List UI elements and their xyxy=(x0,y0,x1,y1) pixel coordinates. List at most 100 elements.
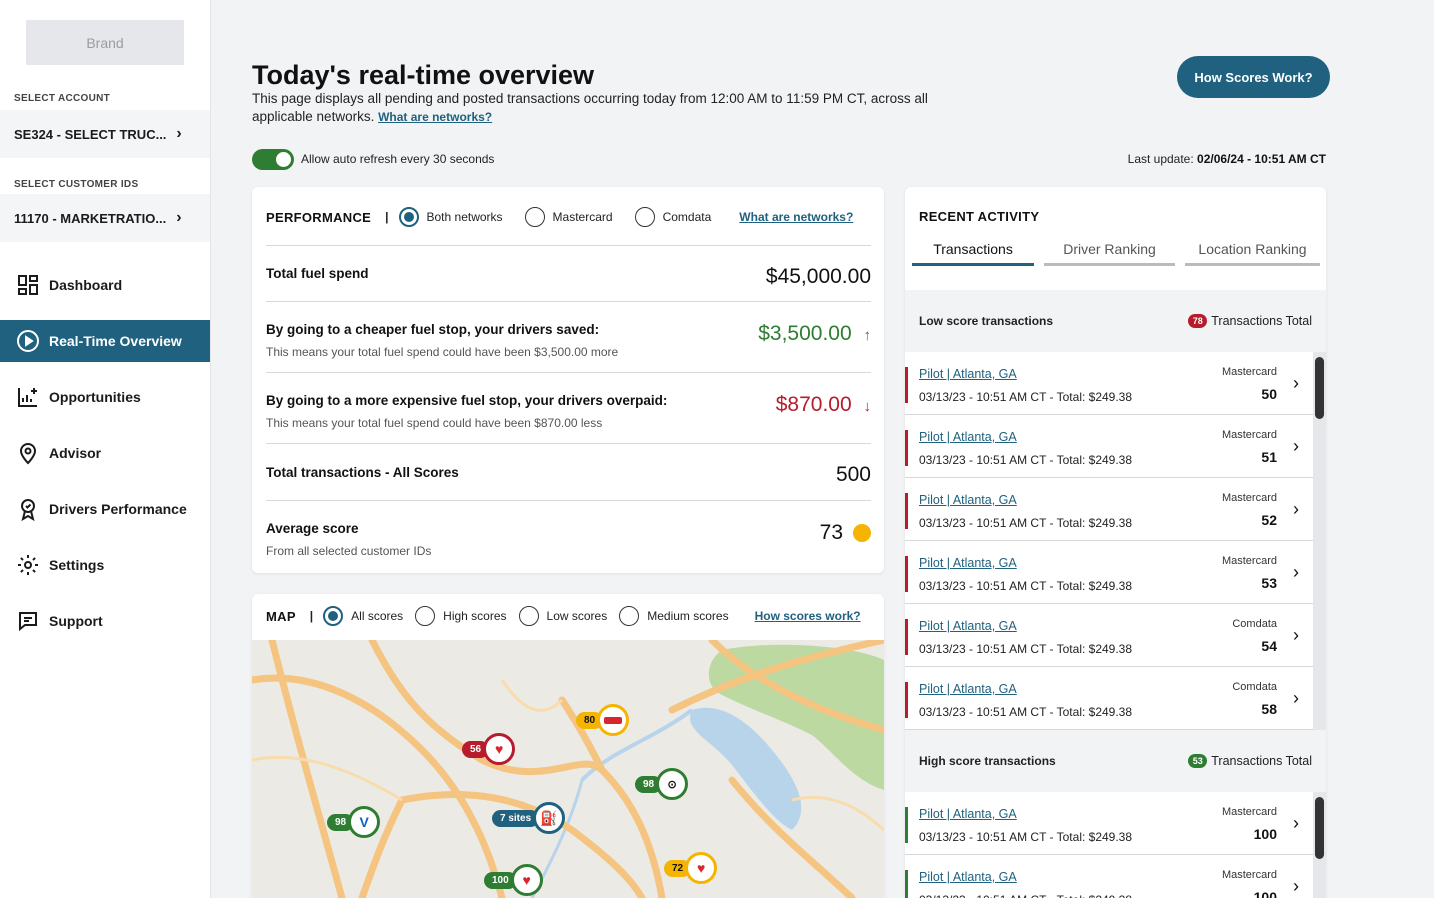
radio-medium-scores[interactable]: Medium scores xyxy=(619,606,729,626)
radio-low-scores[interactable]: Low scores xyxy=(518,606,607,626)
radio-high-scores[interactable]: High scores xyxy=(415,606,507,626)
transaction-network: Mastercard xyxy=(1221,366,1277,378)
how-scores-work-button[interactable]: How Scores Work? xyxy=(1177,56,1330,98)
chevron-right-icon: › xyxy=(1293,625,1299,645)
transaction-location-link[interactable]: Pilot | Atlanta, GA xyxy=(919,493,1017,507)
transaction-location-link[interactable]: Pilot | Atlanta, GA xyxy=(919,870,1017,884)
description-text: This page displays all pending and poste… xyxy=(252,91,928,124)
transaction-row[interactable]: Pilot | Atlanta, GA 03/13/23 - 10:51 AM C… xyxy=(905,668,1313,730)
transaction-row[interactable]: Pilot | Atlanta, GA 03/13/23 - 10:51 AM C… xyxy=(905,479,1313,541)
radio-comdata[interactable]: Comdata xyxy=(634,207,712,227)
transaction-location-link[interactable]: Pilot | Atlanta, GA xyxy=(919,367,1017,381)
map-marker-low[interactable]: 56 ♥ xyxy=(462,733,516,765)
map-marker-high[interactable]: 98 V xyxy=(327,806,381,838)
score-indicator-bar xyxy=(905,430,908,466)
radio-both-networks[interactable]: Both networks xyxy=(398,207,503,227)
transaction-row[interactable]: Pilot | Atlanta, GA 03/13/23 - 10:51 AM C… xyxy=(905,416,1313,478)
radio-mastercard[interactable]: Mastercard xyxy=(524,207,613,227)
transaction-location-link[interactable]: Pilot | Atlanta, GA xyxy=(919,807,1017,821)
radio-circle xyxy=(398,207,419,227)
radio-all-scores[interactable]: All scores xyxy=(323,606,403,626)
sidebar-item-real-time-overview[interactable]: Real-Time Overview xyxy=(0,320,210,362)
map-heading: MAP xyxy=(266,608,296,624)
transaction-info: 03/13/23 - 10:51 AM CT - Total: $249.38 xyxy=(919,516,1133,530)
how-scores-work-link[interactable]: How scores work? xyxy=(755,609,861,623)
badge-icon xyxy=(21,499,35,521)
score-indicator-bar xyxy=(905,556,908,592)
radio-label: Comdata xyxy=(662,210,712,224)
map-header: MAP | All scores High scores Low scores … xyxy=(266,606,861,626)
radio-circle xyxy=(524,207,545,227)
transaction-location-link[interactable]: Pilot | Atlanta, GA xyxy=(919,556,1017,570)
tab-transactions[interactable]: Transactions xyxy=(912,241,1034,266)
drivers-saved-label: By going to a cheaper fuel stop, your dr… xyxy=(266,322,600,337)
last-update: Last update: 02/06/24 - 10:51 AM CT xyxy=(1128,152,1326,166)
scrollbar-thumb[interactable] xyxy=(1315,357,1324,419)
toggle-knob xyxy=(276,152,291,167)
sidebar-item-settings[interactable]: Settings xyxy=(0,544,210,586)
arrow-up-icon: ↑ xyxy=(863,327,872,344)
recent-activity-heading: RECENT ACTIVITY xyxy=(919,209,1040,224)
drivers-saved-value: $3,500.00 ↑ xyxy=(758,322,871,346)
transaction-row[interactable]: Pilot | Atlanta, GA 03/13/23 - 10:51 AM C… xyxy=(905,353,1313,415)
transaction-location-link[interactable]: Pilot | Atlanta, GA xyxy=(919,619,1017,633)
sidebar-item-label: Advisor xyxy=(49,445,102,461)
sidebar-item-drivers-performance[interactable]: Drivers Performance xyxy=(0,488,210,530)
what-are-networks-link[interactable]: What are networks? xyxy=(378,110,492,124)
transaction-row[interactable]: Pilot | Atlanta, GA 03/13/23 - 10:51 AM C… xyxy=(905,856,1313,898)
transaction-score: 51 xyxy=(1261,449,1277,465)
sidebar-item-advisor[interactable]: Advisor xyxy=(0,432,210,474)
marker-cluster-label: 7 sites xyxy=(492,809,540,827)
total-fuel-spend-row: Total fuel spend $45,000.00 xyxy=(266,245,871,301)
map-marker-cluster[interactable]: 7 sites ⛽ xyxy=(492,802,566,834)
average-score-label: Average score xyxy=(266,521,359,536)
radio-circle xyxy=(518,606,539,626)
map-background xyxy=(252,640,884,898)
transaction-row[interactable]: Pilot | Atlanta, GA 03/13/23 - 10:51 AM C… xyxy=(905,605,1313,667)
chevron-right-icon: › xyxy=(1293,436,1299,456)
chevron-right-icon: › xyxy=(1293,499,1299,519)
chevron-right-icon: › xyxy=(1293,373,1299,393)
drivers-saved-subtext: This means your total fuel spend could h… xyxy=(266,345,619,359)
sidebar-item-label: Dashboard xyxy=(49,277,123,293)
sidebar-item-opportunities[interactable]: Opportunities xyxy=(0,376,210,418)
drivers-saved-row: By going to a cheaper fuel stop, your dr… xyxy=(266,301,871,372)
saved-amount: $3,500.00 xyxy=(758,322,852,345)
auto-refresh-toggle[interactable] xyxy=(252,149,294,170)
chevron-right-icon: › xyxy=(1293,813,1299,833)
transaction-row[interactable]: Pilot | Atlanta, GA 03/13/23 - 10:51 AM C… xyxy=(905,793,1313,855)
cd-logo-icon: ⊙ xyxy=(656,768,689,800)
select-account-dropdown[interactable]: SE324 - SELECT TRUC... › xyxy=(0,110,210,158)
page-description: This page displays all pending and poste… xyxy=(252,90,932,126)
high-score-scrollbar[interactable] xyxy=(1313,792,1326,898)
transaction-score: 54 xyxy=(1261,638,1277,654)
total-fuel-spend-label: Total fuel spend xyxy=(266,266,369,281)
sidebar-item-support[interactable]: Support xyxy=(0,600,210,642)
average-score-number: 73 xyxy=(819,521,843,544)
heading-separator: | xyxy=(309,609,314,623)
heart-logo-icon: ♥ xyxy=(685,852,718,884)
map-area[interactable]: 56 ♥ 80 98 ⊙ 98 V 7 sites ⛽ 72 ♥ 100 ♥ xyxy=(252,640,884,898)
medium-score-dot-icon xyxy=(853,524,871,543)
radio-circle xyxy=(415,606,436,626)
map-marker-high[interactable]: 100 ♥ xyxy=(484,864,543,896)
transaction-location-link[interactable]: Pilot | Atlanta, GA xyxy=(919,682,1017,696)
select-customer-dropdown[interactable]: 11170 - MARKETRATIO... › xyxy=(0,194,210,242)
scrollbar-thumb[interactable] xyxy=(1315,797,1324,859)
drivers-overpaid-value: $870.00 ↓ xyxy=(776,393,871,417)
score-indicator-bar xyxy=(905,367,908,403)
total-transactions-label: Total transactions - All Scores xyxy=(266,465,459,480)
map-marker-high[interactable]: 98 ⊙ xyxy=(635,768,689,800)
sidebar-item-dashboard[interactable]: Dashboard xyxy=(0,264,210,306)
transaction-row[interactable]: Pilot | Atlanta, GA 03/13/23 - 10:51 AM C… xyxy=(905,542,1313,604)
what-are-networks-link[interactable]: What are networks? xyxy=(739,210,853,224)
transaction-location-link[interactable]: Pilot | Atlanta, GA xyxy=(919,430,1017,444)
recent-activity-card: RECENT ACTIVITY Transactions Driver Rank… xyxy=(905,187,1326,898)
heart-logo-icon: ♥ xyxy=(510,864,543,896)
map-marker-medium[interactable]: 80 xyxy=(576,704,630,736)
transaction-score: 58 xyxy=(1261,701,1277,717)
tab-driver-ranking[interactable]: Driver Ranking xyxy=(1044,241,1175,266)
map-marker-medium[interactable]: 72 ♥ xyxy=(664,852,718,884)
tab-location-ranking[interactable]: Location Ranking xyxy=(1185,241,1320,266)
low-score-scrollbar[interactable] xyxy=(1313,352,1326,730)
